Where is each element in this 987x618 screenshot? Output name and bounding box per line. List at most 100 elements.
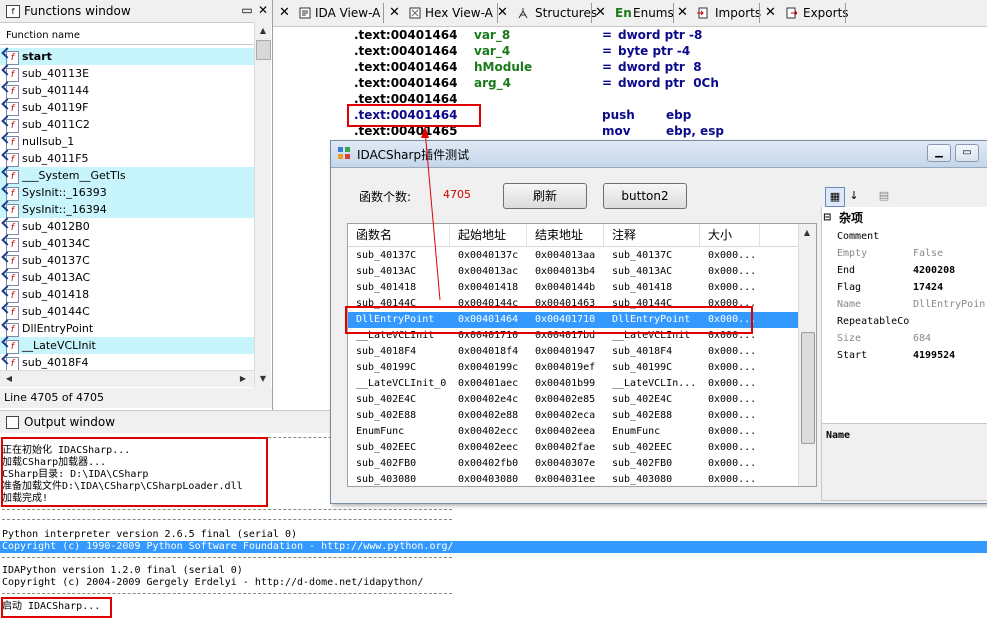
- scroll-down-icon[interactable]: ▼: [256, 372, 270, 386]
- scroll-up-icon[interactable]: ▲: [256, 24, 270, 38]
- property-value[interactable]: 17424: [913, 279, 943, 296]
- column-header-size[interactable]: 大小: [700, 224, 760, 246]
- table-row[interactable]: sub_40137C 0x0040137c 0x004013aa sub_40137C…: [348, 248, 798, 264]
- property-value[interactable]: 684: [913, 330, 931, 347]
- tab-structures[interactable]: ✕ Structures: [497, 2, 597, 24]
- function-name-column-header[interactable]: Function name: [0, 28, 254, 45]
- disasm-line[interactable]: .text:00401464: [354, 59, 458, 75]
- close-tab-icon[interactable]: ✕: [677, 2, 691, 24]
- collapse-icon[interactable]: ⊟: [823, 209, 831, 227]
- property-row[interactable]: Comment: [821, 228, 987, 245]
- close-tab-icon[interactable]: ✕: [389, 2, 403, 24]
- property-value[interactable]: False: [913, 245, 943, 262]
- function-list-item[interactable]: f sub_40119F: [0, 99, 254, 116]
- table-row[interactable]: sub_4013AC 0x004013ac 0x004013b4 sub_4013AC…: [348, 264, 798, 280]
- restore-icon[interactable]: ▭: [240, 3, 254, 17]
- table-cell: 0x004019ef: [535, 362, 596, 373]
- close-tab-icon[interactable]: ✕: [497, 2, 511, 24]
- property-row[interactable]: Flag 17424: [821, 279, 987, 296]
- scrollbar-thumb[interactable]: [801, 332, 815, 444]
- property-key: Empty: [837, 248, 868, 259]
- function-list-item[interactable]: f sub_40144C: [0, 303, 254, 320]
- table-row[interactable]: EnumFunc 0x00402ecc 0x00402eea EnumFunc 0x00…: [348, 424, 798, 440]
- dialog-titlebar[interactable]: IDACSharp插件测试 ▁ ▭: [331, 141, 987, 168]
- function-list-item[interactable]: f sub_4013AC: [0, 269, 254, 286]
- function-list-item[interactable]: f sub_401418: [0, 286, 254, 303]
- function-name: sub_40113E: [22, 67, 90, 80]
- function-list-item[interactable]: f SysInit::_16394: [0, 201, 254, 218]
- refresh-button[interactable]: 刷新: [503, 183, 587, 209]
- table-row[interactable]: sub_40199C 0x0040199c 0x004019ef sub_40199C…: [348, 360, 798, 376]
- property-category[interactable]: ⊟ 杂项: [821, 209, 987, 227]
- disasm-line[interactable]: .text:00401464: [354, 43, 458, 59]
- tab-ida-view-a[interactable]: ✕ IDA View-A: [279, 2, 383, 24]
- close-tab-icon[interactable]: ✕: [765, 2, 779, 24]
- property-row[interactable]: Empty False: [821, 245, 987, 262]
- function-name: ___System__GetTls: [22, 169, 126, 182]
- close-tab-icon[interactable]: ✕: [595, 2, 609, 24]
- function-list-item[interactable]: f sub_4018F4: [0, 354, 254, 371]
- functions-grid[interactable]: 函数名 起始地址 结束地址 注释 大小 sub_40137C 0x0040137c…: [347, 223, 817, 487]
- scroll-up-icon[interactable]: ▲: [800, 226, 814, 240]
- table-row[interactable]: sub_402E88 0x00402e88 0x00402eca sub_402E88…: [348, 408, 798, 424]
- property-row[interactable]: RepeatableCo: [821, 313, 987, 330]
- functions-horizontal-scrollbar[interactable]: ◀ ▶: [0, 370, 254, 387]
- property-row[interactable]: Size 684: [821, 330, 987, 347]
- function-list-item[interactable]: f sub_4011C2: [0, 116, 254, 133]
- column-header-name[interactable]: 函数名: [348, 224, 450, 246]
- function-icon: f: [6, 51, 19, 65]
- property-row[interactable]: Start 4199524: [821, 347, 987, 364]
- disasm-line[interactable]: .text:00401464: [354, 75, 458, 91]
- table-row[interactable]: sub_4018F4 0x004018f4 0x00401947 sub_4018F4…: [348, 344, 798, 360]
- function-list-item[interactable]: f SysInit::_16393: [0, 184, 254, 201]
- function-list-item[interactable]: f sub_401144: [0, 82, 254, 99]
- table-cell: 0x004018f4: [458, 346, 519, 357]
- function-list-item[interactable]: f sub_4012B0: [0, 218, 254, 235]
- function-list-item[interactable]: f start: [0, 48, 254, 65]
- column-header-comment[interactable]: 注释: [604, 224, 700, 246]
- table-cell: 0x000...: [708, 410, 757, 421]
- close-icon[interactable]: ✕: [256, 3, 270, 17]
- scrollbar-thumb[interactable]: [256, 40, 271, 60]
- button2[interactable]: button2: [603, 183, 687, 209]
- function-list-item[interactable]: f nullsub_1: [0, 133, 254, 150]
- scroll-left-icon[interactable]: ◀: [2, 372, 16, 386]
- tab-exports[interactable]: ✕ Exports: [765, 2, 849, 24]
- function-list-item[interactable]: f DllEntryPoint: [0, 320, 254, 337]
- table-row[interactable]: sub_401418 0x00401418 0x0040144b sub_401418…: [348, 280, 798, 296]
- minimize-icon[interactable]: ▁: [927, 144, 951, 162]
- function-list-item[interactable]: f __LateVCLInit: [0, 337, 254, 354]
- maximize-icon[interactable]: ▭: [955, 144, 979, 162]
- table-row[interactable]: sub_403080 0x00403080 0x004031ee sub_403080…: [348, 472, 798, 486]
- property-value[interactable]: 4199524: [913, 347, 955, 364]
- function-list-item[interactable]: f ___System__GetTls: [0, 167, 254, 184]
- tab-label: Exports: [803, 6, 849, 20]
- column-header-end[interactable]: 结束地址: [527, 224, 604, 246]
- disasm-line[interactable]: .text:00401464: [354, 27, 458, 43]
- function-list-item[interactable]: f sub_4011F5: [0, 150, 254, 167]
- sort-alphabetical-icon[interactable]: ↓: [845, 187, 863, 205]
- table-row[interactable]: sub_402EEC 0x00402eec 0x00402fae sub_402EEC…: [348, 440, 798, 456]
- disasm-name: var_8: [474, 28, 511, 42]
- scroll-right-icon[interactable]: ▶: [236, 372, 250, 386]
- table-row[interactable]: __LateVCLInit_0 0x00401aec 0x00401b99 __Lat…: [348, 376, 798, 392]
- property-value[interactable]: DllEntryPoin: [913, 296, 985, 313]
- categorized-icon[interactable]: ▦: [825, 187, 845, 207]
- property-value[interactable]: 4200208: [913, 262, 955, 279]
- grid-vertical-scrollbar[interactable]: ▲: [798, 224, 816, 486]
- close-tab-icon[interactable]: ✕: [279, 2, 293, 24]
- tab-hex-view-a[interactable]: ✕ Hex View-A: [389, 2, 497, 24]
- column-header-start[interactable]: 起始地址: [450, 224, 527, 246]
- function-list-item[interactable]: f sub_40134C: [0, 235, 254, 252]
- tab-enums[interactable]: ✕ En Enums: [595, 2, 674, 24]
- function-list-item[interactable]: f sub_40113E: [0, 65, 254, 82]
- table-row[interactable]: sub_402FB0 0x00402fb0 0x0040307e sub_402FB0…: [348, 456, 798, 472]
- tab-imports[interactable]: ✕ Imports: [677, 2, 761, 24]
- property-row[interactable]: End 4200208: [821, 262, 987, 279]
- table-cell: 0x0040137c: [458, 250, 519, 261]
- functions-vertical-scrollbar[interactable]: ▲ ▼: [254, 22, 271, 388]
- property-pages-icon[interactable]: ▤: [875, 187, 893, 205]
- table-row[interactable]: sub_402E4C 0x00402e4c 0x00402e85 sub_402E4C…: [348, 392, 798, 408]
- function-list-item[interactable]: f sub_40137C: [0, 252, 254, 269]
- property-row[interactable]: Name DllEntryPoin: [821, 296, 987, 313]
